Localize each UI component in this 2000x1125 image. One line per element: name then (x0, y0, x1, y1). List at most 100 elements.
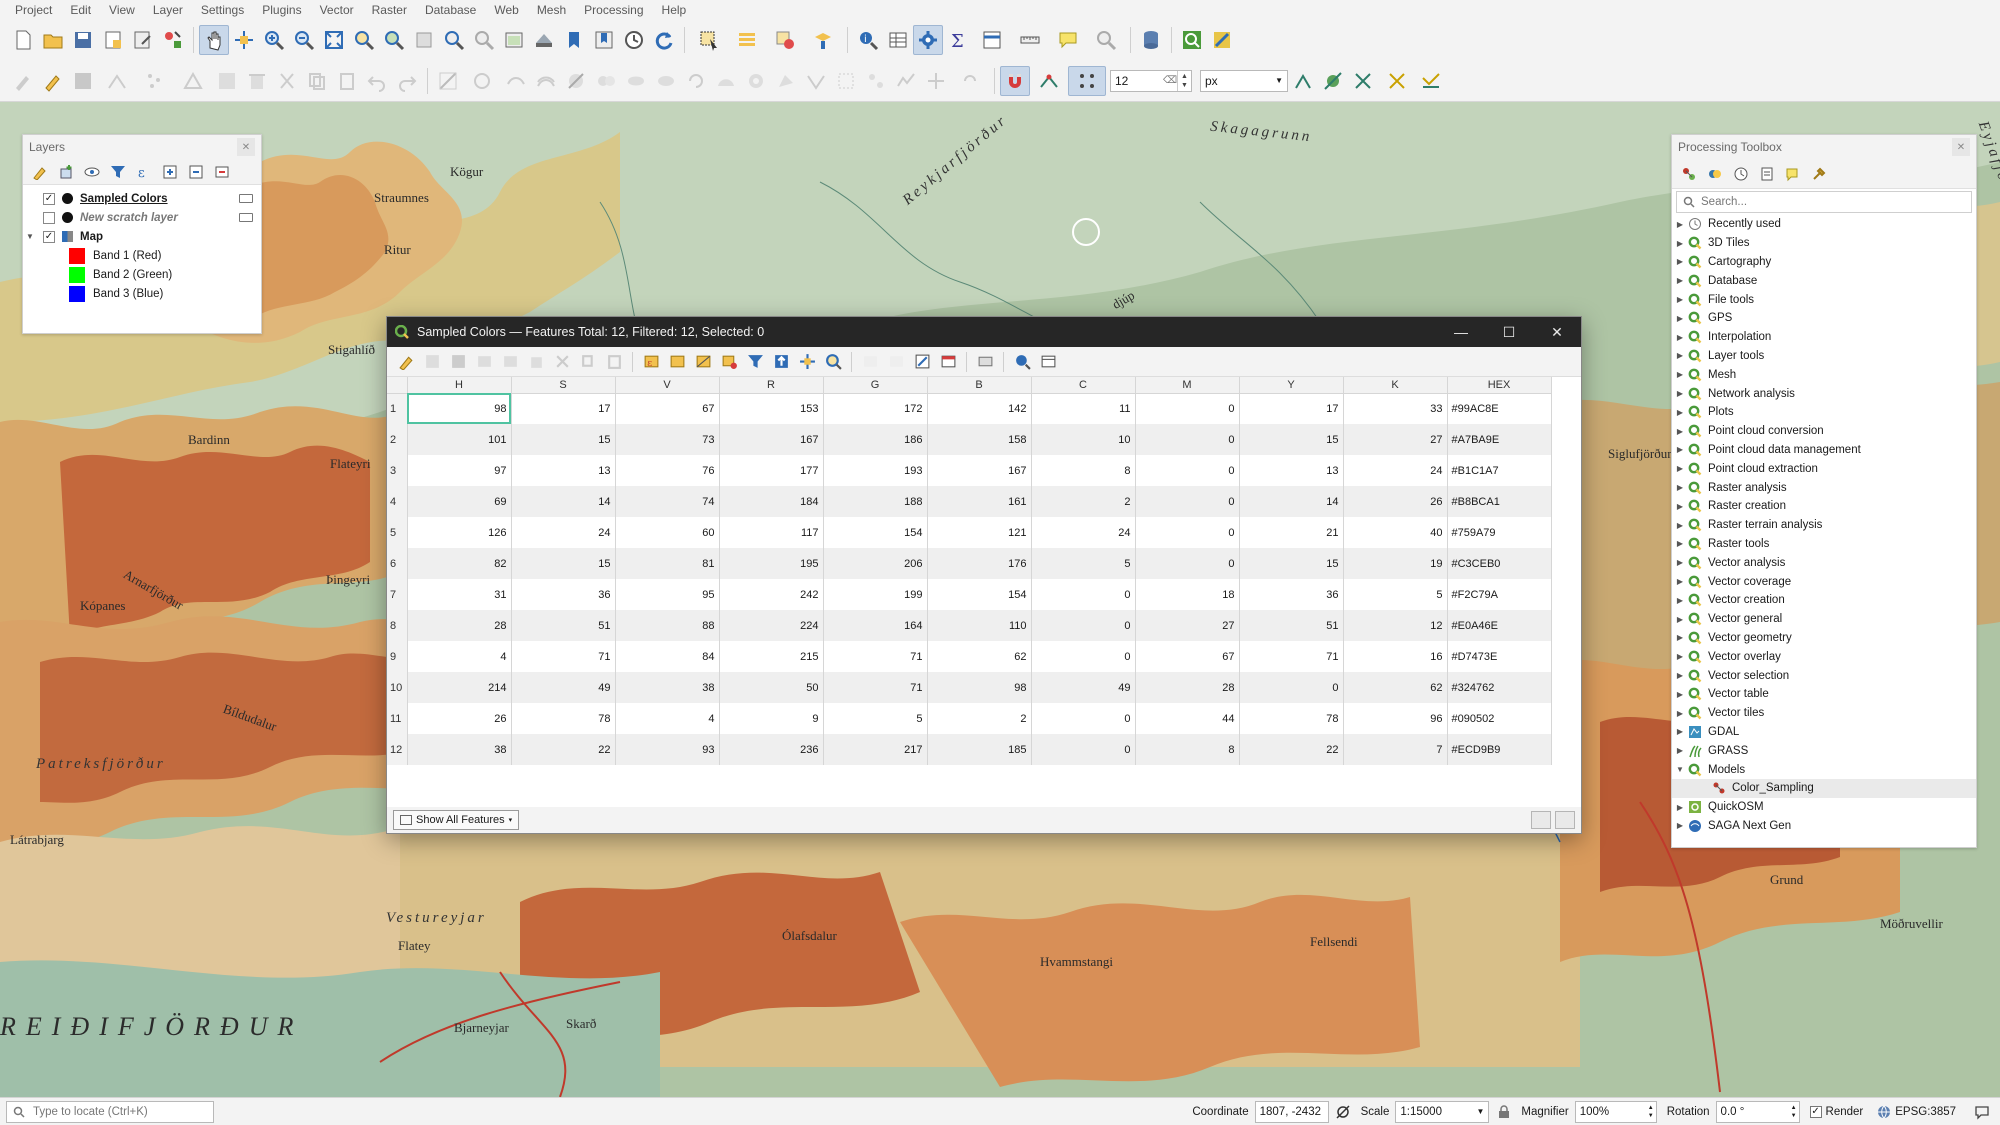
cell-k[interactable]: 12 (1343, 610, 1448, 641)
collapse-arrow-icon[interactable]: ▼ (1672, 765, 1688, 774)
menu-edit[interactable]: Edit (61, 0, 100, 20)
expand-arrow-icon[interactable]: ▶ (1672, 727, 1688, 736)
table-row[interactable]: 4 69 14 74 184 188 161 2 0 14 26 #B8BCA1 (387, 486, 1552, 517)
toolbox-group-item[interactable]: ▶ Mesh (1672, 365, 1976, 384)
cell-v[interactable]: 67 (615, 393, 720, 424)
toolbox-group-item[interactable]: ▶ Vector analysis (1672, 553, 1976, 572)
cell-b[interactable]: 154 (927, 579, 1032, 610)
coordinate-field[interactable]: 1807, -2432 (1254, 1100, 1329, 1123)
delete-ring-icon[interactable] (801, 66, 831, 96)
cell-r[interactable]: 184 (719, 486, 824, 517)
delete-selected-icon[interactable] (242, 66, 272, 96)
cell-g[interactable]: 186 (823, 424, 928, 455)
cell-hex[interactable]: #F2C79A (1447, 579, 1552, 610)
cell-c[interactable]: 2 (1031, 486, 1136, 517)
cell-h[interactable]: 82 (407, 548, 512, 579)
select-by-expression-icon[interactable]: ε (638, 349, 664, 375)
cell-h[interactable]: 38 (407, 734, 512, 765)
cell-k[interactable]: 7 (1343, 734, 1448, 765)
cell-m[interactable]: 0 (1135, 455, 1240, 486)
expand-arrow-icon[interactable]: ▶ (1672, 445, 1688, 454)
move-selection-top-icon[interactable] (768, 349, 794, 375)
corner-header[interactable] (387, 377, 408, 394)
cell-hex[interactable]: #D7473E (1447, 641, 1552, 672)
cell-g[interactable]: 164 (823, 610, 928, 641)
expand-arrow-icon[interactable]: ▶ (1672, 502, 1688, 511)
cell-v[interactable]: 38 (615, 672, 720, 703)
select-by-value-icon[interactable] (728, 25, 766, 55)
invert-selection-icon[interactable] (690, 349, 716, 375)
statistical-summary-icon[interactable]: Σ (943, 25, 973, 55)
toolbox-group-item[interactable]: ▶ Vector overlay (1672, 647, 1976, 666)
expand-arrow-icon[interactable]: ▶ (1672, 596, 1688, 605)
advanced-digitizing-icon[interactable] (433, 66, 463, 96)
cell-y[interactable]: 15 (1239, 548, 1344, 579)
menu-database[interactable]: Database (416, 0, 485, 20)
undo-icon[interactable] (362, 66, 392, 96)
options-icon[interactable] (1806, 162, 1832, 186)
expand-arrow-icon[interactable]: ▶ (1672, 803, 1688, 812)
menu-processing[interactable]: Processing (575, 0, 652, 20)
tracing-icon[interactable] (1378, 66, 1416, 96)
cell-g[interactable]: 199 (823, 579, 928, 610)
simplify-icon[interactable] (891, 66, 921, 96)
scripts-icon[interactable] (1702, 162, 1728, 186)
split-multipart-icon[interactable] (861, 66, 891, 96)
toolbox-group-item[interactable]: ▶ Vector creation (1672, 591, 1976, 610)
expand-arrow-icon[interactable]: ▶ (1672, 351, 1688, 360)
select-features-icon[interactable] (690, 25, 728, 55)
cell-y[interactable]: 36 (1239, 579, 1344, 610)
processing-toolbox-icon[interactable] (913, 25, 943, 55)
cell-c[interactable]: 11 (1031, 393, 1136, 424)
cell-k[interactable]: 19 (1343, 548, 1448, 579)
split-parts-icon[interactable] (591, 66, 621, 96)
toggle-extents-icon[interactable] (1335, 1104, 1351, 1120)
models-icon[interactable] (1676, 162, 1702, 186)
cell-b[interactable]: 142 (927, 393, 1032, 424)
snap-vertex-icon[interactable] (1030, 66, 1068, 96)
cell-y[interactable]: 71 (1239, 641, 1344, 672)
crs-globe-icon[interactable] (1877, 1105, 1891, 1119)
add-group-icon[interactable] (53, 160, 79, 184)
cell-g[interactable]: 217 (823, 734, 928, 765)
cell-g[interactable]: 71 (823, 641, 928, 672)
delete-feature-icon[interactable] (523, 349, 549, 375)
cell-v[interactable]: 60 (615, 517, 720, 548)
select-all-icon[interactable] (664, 349, 690, 375)
memory-layer-icon[interactable] (239, 213, 253, 222)
cut-icon[interactable] (549, 349, 575, 375)
cell-g[interactable]: 154 (823, 517, 928, 548)
cell-k[interactable]: 96 (1343, 703, 1448, 734)
cell-c[interactable]: 0 (1031, 703, 1136, 734)
cell-m[interactable]: 8 (1135, 734, 1240, 765)
cell-h[interactable]: 31 (407, 579, 512, 610)
cell-m[interactable]: 18 (1135, 579, 1240, 610)
show-bookmarks-icon[interactable] (589, 25, 619, 55)
delete-field-icon[interactable] (883, 349, 909, 375)
actions-icon[interactable] (972, 349, 998, 375)
cell-hex[interactable]: #E0A46E (1447, 610, 1552, 641)
spin-arrows-icon[interactable]: ▲ ▼ (1177, 70, 1191, 91)
expand-arrow-icon[interactable]: ▶ (1672, 558, 1688, 567)
cell-v[interactable]: 84 (615, 641, 720, 672)
expand-all-icon[interactable] (157, 160, 183, 184)
cell-r[interactable]: 242 (719, 579, 824, 610)
expand-arrow-icon[interactable]: ▶ (1672, 427, 1688, 436)
cell-r[interactable]: 215 (719, 641, 824, 672)
column-header-g[interactable]: G (823, 377, 928, 394)
cell-b[interactable]: 121 (927, 517, 1032, 548)
collapse-all-icon[interactable] (183, 160, 209, 184)
cell-r[interactable]: 9 (719, 703, 824, 734)
column-header-hex[interactable]: HEX (1447, 377, 1552, 394)
measure-line-icon[interactable] (1011, 25, 1049, 55)
add-feature-icon[interactable] (497, 349, 523, 375)
close-button[interactable]: ✕ (1533, 317, 1581, 347)
cell-m[interactable]: 0 (1135, 486, 1240, 517)
expand-arrow-icon[interactable]: ▶ (1672, 257, 1688, 266)
cell-s[interactable]: 13 (511, 455, 616, 486)
toolbox-group-item[interactable]: ▶ Vector selection (1672, 666, 1976, 685)
cell-m[interactable]: 0 (1135, 517, 1240, 548)
column-header-b[interactable]: B (927, 377, 1032, 394)
cell-k[interactable]: 27 (1343, 424, 1448, 455)
cell-c[interactable]: 0 (1031, 579, 1136, 610)
